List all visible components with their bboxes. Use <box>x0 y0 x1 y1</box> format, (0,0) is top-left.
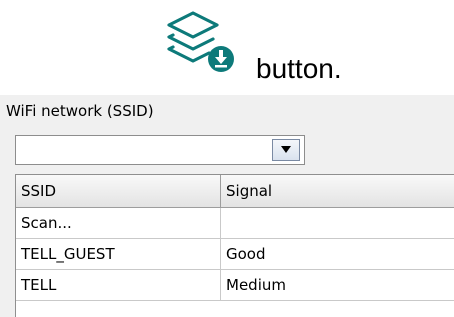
dropdown-button[interactable] <box>272 139 300 161</box>
column-header-signal[interactable]: Signal <box>221 175 454 207</box>
chevron-down-icon <box>281 146 291 153</box>
signal-cell <box>221 208 454 238</box>
table-header: SSID Signal <box>16 175 454 208</box>
signal-cell: Medium <box>226 276 286 294</box>
layers-download-icon <box>163 7 253 82</box>
column-header-ssid[interactable]: SSID <box>16 175 221 207</box>
table-row[interactable]: TELL Medium <box>16 270 454 301</box>
signal-cell: Good <box>226 245 266 263</box>
instruction-area: button. <box>0 0 454 95</box>
wifi-ssid-combobox[interactable] <box>15 135 305 165</box>
ssid-cell: TELL <box>16 270 221 300</box>
table-row[interactable]: Scan... <box>16 208 454 239</box>
ssid-cell: TELL_GUEST <box>16 239 221 269</box>
instruction-caption: button. <box>256 53 342 84</box>
wifi-network-label: WiFi network (SSID) <box>6 102 154 120</box>
ssid-cell: Scan... <box>16 208 221 238</box>
wifi-settings-panel: WiFi network (SSID) SSID Signal Scan... … <box>0 95 454 317</box>
ssid-table: SSID Signal Scan... TELL_GUEST Good TELL… <box>15 174 454 317</box>
table-row[interactable]: TELL_GUEST Good <box>16 239 454 270</box>
